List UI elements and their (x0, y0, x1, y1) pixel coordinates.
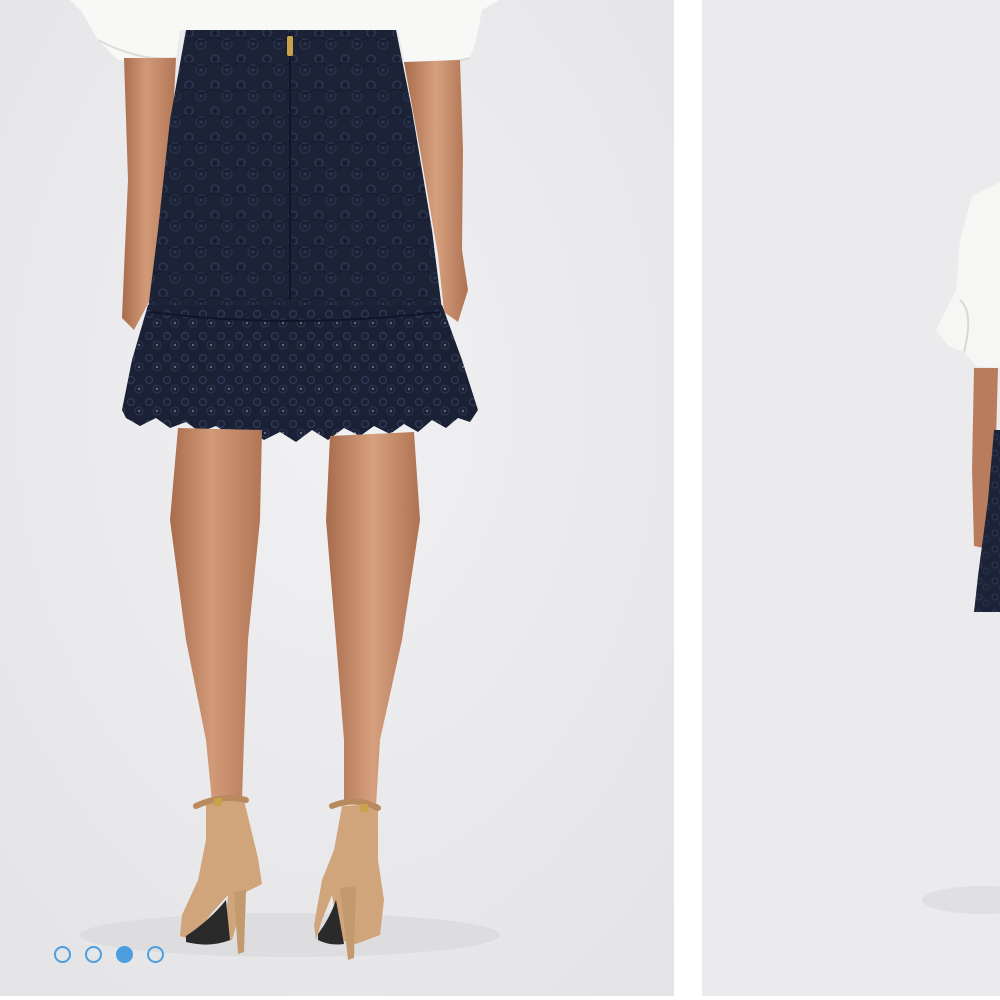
pagination-dot-2[interactable] (85, 945, 102, 963)
skirt-back-photo-illustration (0, 0, 674, 996)
product-photo-side-view[interactable] (702, 0, 1000, 996)
product-image-carousel[interactable] (0, 0, 1000, 1000)
pagination-dot-4[interactable] (147, 945, 164, 963)
pagination-dot-1[interactable] (54, 945, 71, 963)
product-photo-back-view[interactable] (0, 0, 674, 996)
carousel-pagination (54, 943, 164, 965)
pagination-dot-3-active[interactable] (116, 945, 133, 963)
skirt-side-photo-illustration (702, 0, 1000, 996)
